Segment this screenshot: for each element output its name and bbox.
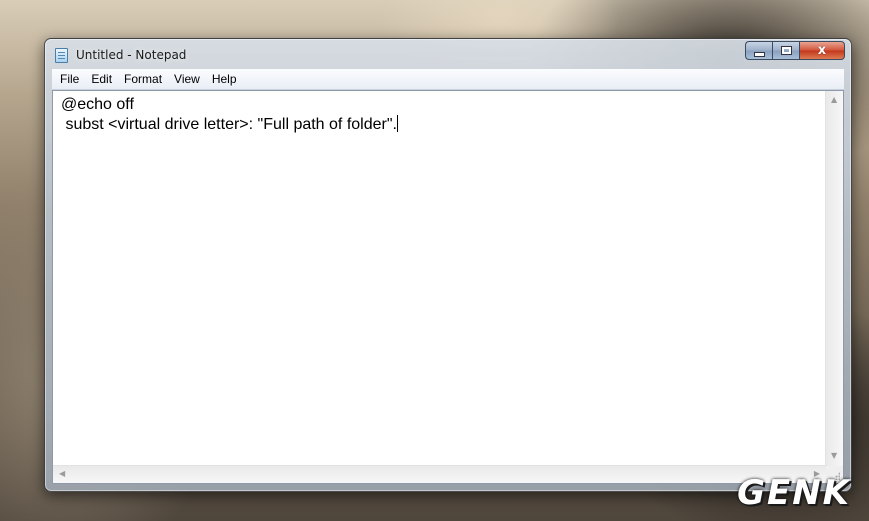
- window-title: Untitled - Notepad: [76, 48, 187, 62]
- caption-buttons: x: [745, 41, 845, 60]
- text-content[interactable]: @echo off subst <virtual drive letter>: …: [53, 91, 826, 466]
- menu-format[interactable]: Format: [118, 69, 168, 89]
- vertical-scrollbar[interactable]: ▲ ▼: [825, 91, 843, 466]
- menu-view[interactable]: View: [168, 69, 206, 89]
- close-icon: x: [817, 43, 827, 58]
- notepad-window: Untitled - Notepad x File Edit Format Vi…: [44, 38, 852, 492]
- scroll-down-icon[interactable]: ▼: [831, 452, 837, 460]
- menu-edit[interactable]: Edit: [85, 69, 118, 89]
- text-line-2: subst <virtual drive letter>: "Full path…: [61, 116, 397, 133]
- notepad-icon[interactable]: [55, 48, 68, 63]
- menu-bar: File Edit Format View Help: [52, 69, 844, 90]
- horizontal-scrollbar[interactable]: ◀ ▶: [53, 465, 826, 483]
- scroll-left-icon[interactable]: ◀: [59, 470, 65, 478]
- minimize-icon: [753, 51, 765, 57]
- minimize-button[interactable]: [745, 41, 772, 60]
- close-button[interactable]: x: [799, 41, 845, 60]
- maximize-icon: [781, 47, 791, 54]
- text-editor[interactable]: @echo off subst <virtual drive letter>: …: [52, 90, 844, 484]
- menu-file[interactable]: File: [54, 69, 85, 89]
- title-bar[interactable]: Untitled - Notepad x: [45, 39, 851, 69]
- genk-watermark-logo: GENK: [737, 473, 851, 513]
- scroll-up-icon[interactable]: ▲: [831, 96, 837, 104]
- menu-help[interactable]: Help: [206, 69, 243, 89]
- text-caret: [396, 115, 398, 132]
- text-line-1: @echo off: [61, 96, 134, 113]
- maximize-button[interactable]: [772, 41, 799, 60]
